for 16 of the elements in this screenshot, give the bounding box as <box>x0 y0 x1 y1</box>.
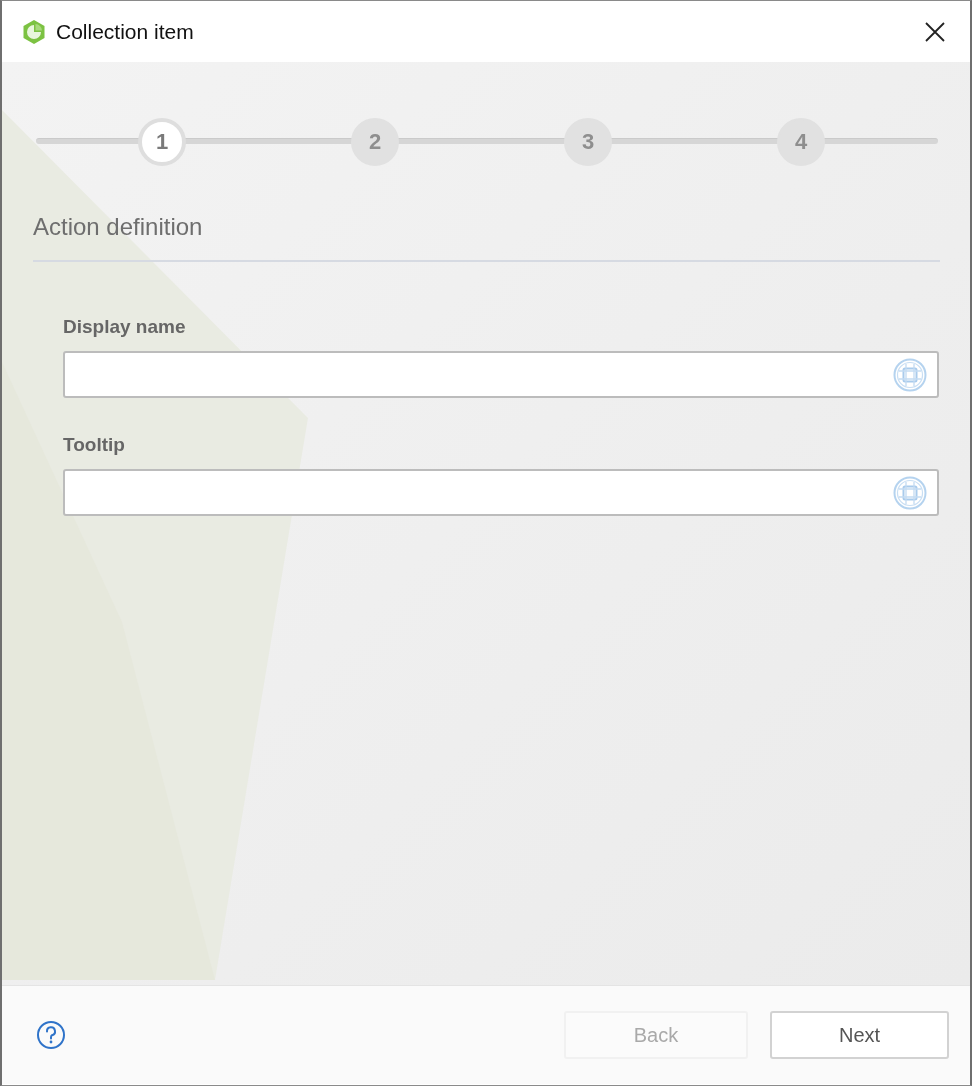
text-input-field[interactable] <box>63 351 939 398</box>
field-label: Display name <box>63 315 187 339</box>
help-icon[interactable] <box>36 1020 66 1050</box>
step-indicator[interactable]: 4 <box>777 118 825 166</box>
close-icon[interactable] <box>925 21 945 42</box>
step-indicator[interactable]: 2 <box>351 118 399 166</box>
section-heading: Action definition <box>33 212 940 262</box>
step-indicator[interactable]: 3 <box>564 118 612 166</box>
field-label: Tooltip <box>63 433 126 457</box>
window-title: Collection item <box>56 19 194 44</box>
globe-icon[interactable] <box>893 475 927 510</box>
step-indicator[interactable]: 1 <box>138 118 186 166</box>
globe-icon[interactable] <box>893 357 927 392</box>
next-button[interactable]: Next <box>770 1011 949 1059</box>
hexagon-logo-icon <box>22 18 46 45</box>
text-input-field[interactable] <box>63 469 939 516</box>
